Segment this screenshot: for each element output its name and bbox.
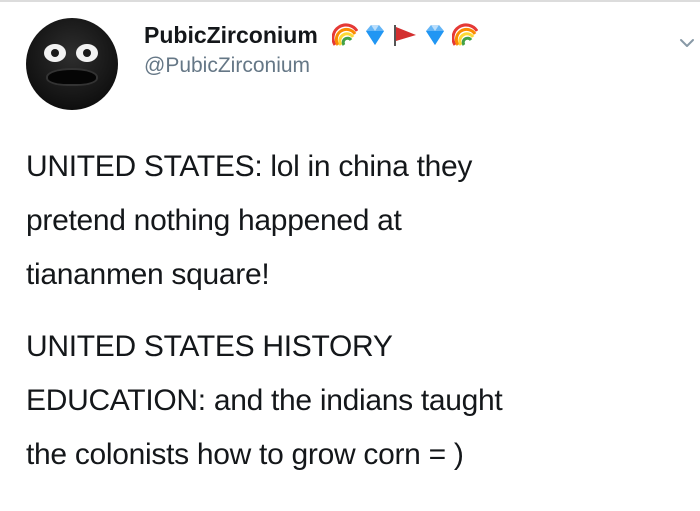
author-display-name[interactable]: PubicZirconium [144,22,318,49]
author-handle[interactable]: @PubicZirconium [144,54,478,80]
gem-icon [362,23,388,47]
rainbow-icon [451,23,479,47]
top-divider [0,0,700,2]
tweet-header: PubicZirconium @PubicZirconium [26,14,694,110]
avatar-mustache [48,70,96,84]
tweet-text: UNITED STATES: lol in china they pretend… [26,140,686,482]
gem-icon [422,23,448,47]
avatar[interactable] [26,18,118,110]
triangular-flag-icon [392,23,418,47]
avatar-eye-left [44,44,66,62]
name-emojis [331,23,479,47]
avatar-eye-right [76,44,98,62]
display-name-row: PubicZirconium [144,20,479,50]
tweet-paragraph: UNITED STATES: lol in china they pretend… [26,150,473,291]
chevron-down-icon[interactable] [676,32,698,54]
tweet-paragraph: UNITED STATES HISTORY EDUCATION: and the… [26,330,503,471]
author-names: PubicZirconium @PubicZirconium [144,20,479,80]
rainbow-icon [331,23,359,47]
